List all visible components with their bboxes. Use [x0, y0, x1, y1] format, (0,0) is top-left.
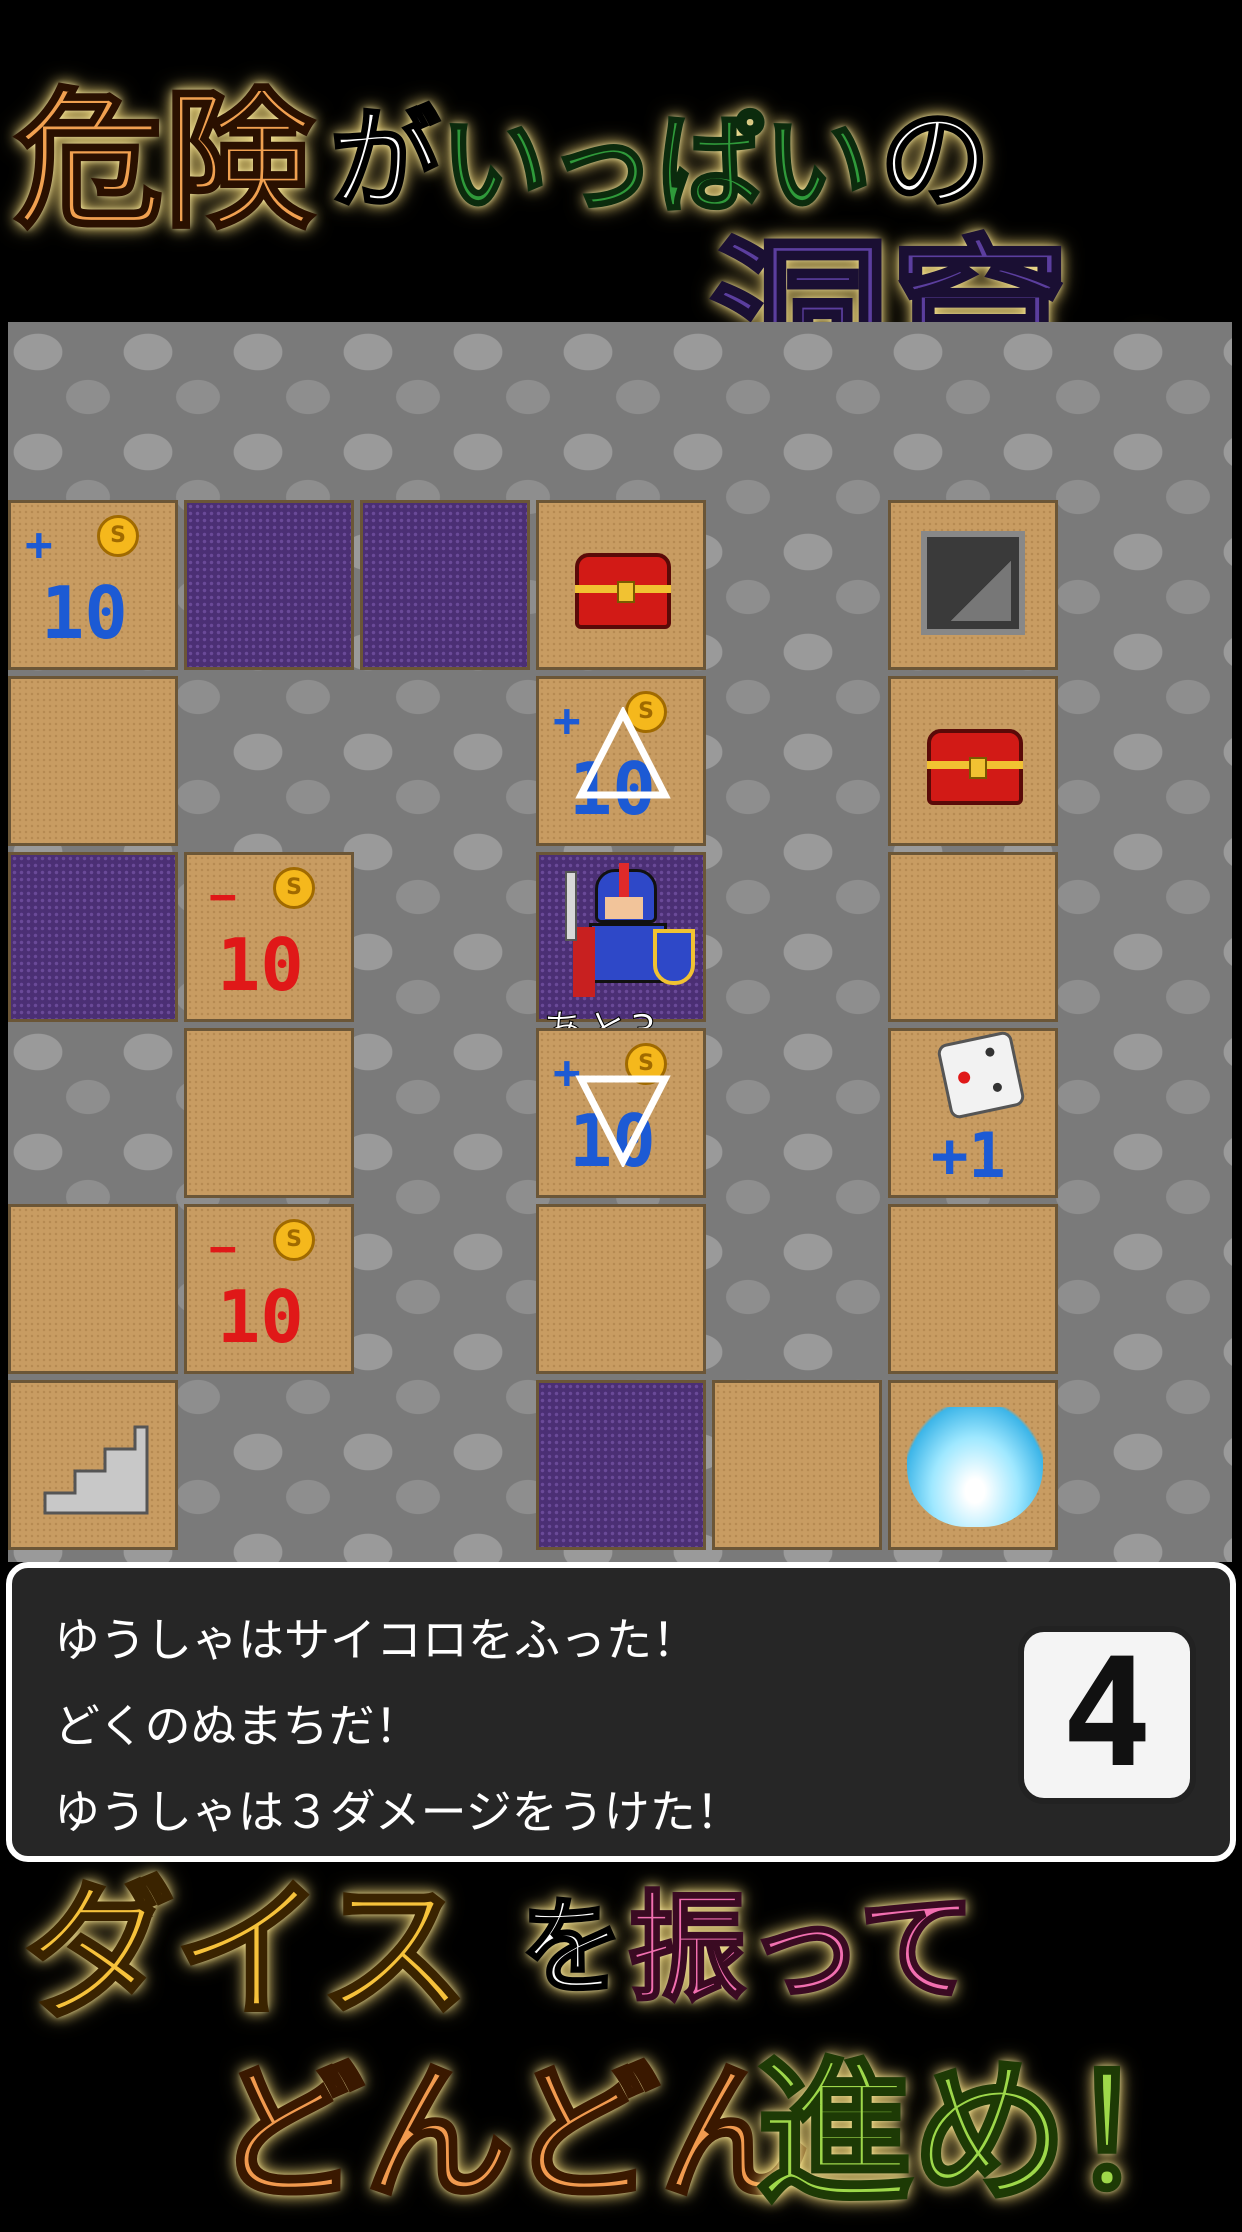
tile-poison-swamp[interactable] [360, 500, 530, 670]
tile-sand[interactable] [8, 1204, 178, 1374]
tile-coin-minus[interactable]: − S 10 [184, 1204, 354, 1374]
headline-dondon: どんどん [212, 2045, 812, 2223]
tile-poison-swamp[interactable] [8, 852, 178, 1022]
plus-sign: + [25, 517, 53, 571]
tile-stairs[interactable] [8, 1380, 178, 1550]
tile-treasure[interactable] [888, 676, 1058, 846]
dice-icon [935, 1029, 1027, 1121]
exit-hole-icon [921, 531, 1025, 635]
tile-coin-plus[interactable]: + S 10 [536, 676, 706, 846]
tile-sand[interactable] [184, 1028, 354, 1198]
minus-sign: − [209, 1221, 237, 1275]
tile-treasure[interactable] [536, 500, 706, 670]
healing-spring-icon [907, 1407, 1043, 1527]
coin-icon: S [97, 515, 139, 557]
minus-sign: − [209, 869, 237, 923]
coin-icon: S [273, 1219, 315, 1261]
move-up-arrow-icon[interactable] [575, 707, 671, 803]
headline-roll: 振って [626, 1878, 977, 2019]
move-down-arrow-icon[interactable] [575, 1071, 671, 1167]
coin-amount: 10 [217, 1275, 304, 1359]
coin-icon: S [273, 867, 315, 909]
dungeon-board: + S 10 + S 10 − S 10 + S 10 +1 − S 10 [8, 322, 1232, 1562]
dice-result[interactable]: 4 [1018, 1626, 1196, 1804]
message-line: どくのぬまちだ！ [54, 1699, 421, 1753]
tile-dice-bonus[interactable]: +1 [888, 1028, 1058, 1198]
tile-sand[interactable] [888, 852, 1058, 1022]
coin-amount: 10 [217, 923, 304, 1007]
tile-sand[interactable] [8, 676, 178, 846]
tile-sand[interactable] [536, 1204, 706, 1374]
hero-sprite [561, 863, 695, 1013]
tile-coin-plus[interactable]: + S 10 [536, 1028, 706, 1198]
headline-ga: が [329, 95, 442, 226]
message-line: ゆうしゃはサイコロをふった！ [54, 1613, 698, 1667]
tile-sand[interactable] [712, 1380, 882, 1550]
dice-bonus-value: +1 [931, 1119, 1006, 1192]
tile-sand[interactable] [888, 1204, 1058, 1374]
tile-poison-swamp[interactable] [184, 500, 354, 670]
stairs-icon [43, 1425, 149, 1515]
tile-coin-plus[interactable]: + S 10 [8, 500, 178, 670]
tile-exit[interactable] [888, 500, 1058, 670]
headline-danger: 危険 [12, 74, 315, 251]
tile-coin-minus[interactable]: − S 10 [184, 852, 354, 1022]
coin-amount: 10 [41, 571, 128, 655]
treasure-chest-icon [927, 729, 1023, 805]
tile-poison-swamp[interactable] [536, 1380, 706, 1550]
message-window: ゆうしゃはサイコロをふった！ どくのぬまちだ！ ゆうしゃは３ダメージをうけた！ … [6, 1562, 1236, 1862]
tile-poison-swamp-hero[interactable]: あと3 [536, 852, 706, 1058]
tile-healing-spring[interactable] [888, 1380, 1058, 1550]
headline-advance: 進め！ [754, 2040, 1226, 2226]
treasure-chest-icon [575, 553, 671, 629]
headline-wo2: を [518, 1885, 625, 2010]
